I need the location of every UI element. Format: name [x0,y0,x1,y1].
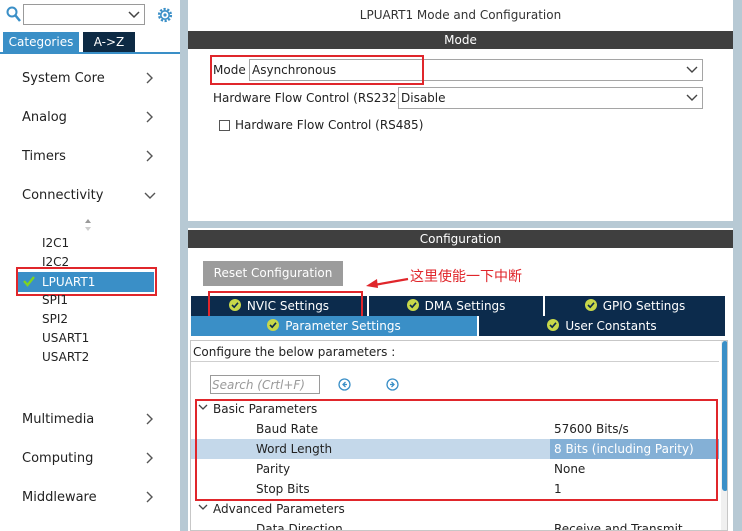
tab-gpio-settings[interactable]: GPIO Settings [545,296,725,316]
search-icon[interactable] [6,6,22,24]
peripheral-item-spi2[interactable]: SPI2 [42,312,68,326]
sort-arrows-icon[interactable] [84,218,92,232]
search-placeholder: Search (Crtl+F) [212,378,305,392]
hw-flow-rs232-label: Hardware Flow Control (RS232) [213,91,402,105]
chevron-right-icon [146,111,153,123]
check-circle-icon [406,299,419,311]
configuration-section-header: Configuration [188,230,733,248]
parameters-hint: Configure the below parameters : [193,345,396,359]
mode-panel: LPUART1 Mode and Configuration Mode Mode… [188,0,733,221]
left-topbar [0,0,180,32]
category-label: Middleware [22,490,97,505]
tab-label: GPIO Settings [602,299,686,313]
category-timers[interactable]: Timers [22,147,162,167]
chevron-down-icon [686,94,698,101]
tab-parameter-settings[interactable]: Parameter Settings [191,316,477,336]
highlight-box-mode [210,55,424,85]
tab-label: Parameter Settings [285,319,401,333]
category-label: System Core [22,71,105,86]
category-label: Computing [22,451,94,466]
category-middleware[interactable]: Middleware [22,488,162,508]
chevron-down-icon [144,192,156,199]
check-circle-icon [267,319,280,331]
tab-a-to-z[interactable]: A->Z [83,32,135,52]
reset-configuration-button[interactable]: Reset Configuration [203,261,343,286]
gear-icon[interactable] [155,5,175,25]
prev-circle-icon[interactable] [338,378,351,391]
page-title: LPUART1 Mode and Configuration [359,8,562,22]
peripheral-item-usart1[interactable]: USART1 [42,331,89,345]
annotation-text: 这里使能一下中断 [410,269,522,285]
param-value: Receive and Transmit [554,522,683,531]
param-name: Data Direction [256,522,343,531]
hw-flow-rs232-value: Disable [401,91,446,105]
tab-underline [0,52,180,54]
highlight-box-lpuart1 [16,267,157,296]
peripheral-item-i2c1[interactable]: I2C1 [42,236,69,250]
check-circle-icon [547,319,560,331]
peripheral-item-spi1[interactable]: SPI1 [42,293,68,307]
category-multimedia[interactable]: Multimedia [22,410,162,430]
main-panel: LPUART1 Mode and Configuration Mode Mode… [188,0,733,531]
chevron-right-icon [146,72,153,84]
group-advanced-parameters[interactable]: Advanced Parameters [191,499,719,519]
highlight-box-nvic [208,291,363,319]
scrollbar-thumb[interactable] [722,341,727,491]
chevron-right-icon [146,491,153,503]
category-system-core[interactable]: System Core [22,69,162,89]
param-row-data-direction[interactable]: Data Direction Receive and Transmit [191,519,719,531]
configuration-panel: Configuration Reset Configuration 这里使能一下… [188,228,733,531]
highlight-box-basic-parameters [195,399,718,501]
chevron-right-icon [146,150,153,162]
right-edge-strip [733,0,742,531]
tab-label: DMA Settings [424,299,506,313]
left-panel: Categories A->Z System Core Analog Timer… [0,0,180,531]
category-label: Multimedia [22,412,95,427]
category-label: Connectivity [22,188,104,203]
category-computing[interactable]: Computing [22,449,162,469]
peripheral-search-combo[interactable] [23,4,145,25]
group-label: Advanced Parameters [213,502,345,516]
chevron-right-icon [146,413,153,425]
chevron-down-icon [128,11,140,19]
chevron-down-icon [198,504,208,510]
category-label: Analog [22,110,67,125]
tab-dma-settings[interactable]: DMA Settings [369,296,543,316]
chevron-right-icon [146,452,153,464]
mode-section-header: Mode [188,31,733,49]
tab-categories[interactable]: Categories [3,32,79,52]
tab-label: User Constants [565,319,657,333]
parameters-scrollbar[interactable] [721,341,727,530]
hw-flow-rs485-checkbox[interactable] [219,120,230,131]
annotation-arrow-icon [366,277,409,288]
category-label: Timers [22,149,66,164]
hw-flow-rs485-label: Hardware Flow Control (RS485) [235,118,424,132]
category-connectivity[interactable]: Connectivity [22,186,162,206]
divider [191,361,719,362]
parameter-search-input[interactable]: Search (Crtl+F) [210,375,320,394]
tab-user-constants[interactable]: User Constants [479,316,725,336]
category-analog[interactable]: Analog [22,108,162,128]
hw-flow-rs232-dropdown[interactable]: Disable [398,87,703,109]
chevron-down-icon [686,66,698,73]
next-circle-icon[interactable] [386,378,399,391]
check-circle-icon [584,299,597,311]
peripheral-item-usart2[interactable]: USART2 [42,350,89,364]
